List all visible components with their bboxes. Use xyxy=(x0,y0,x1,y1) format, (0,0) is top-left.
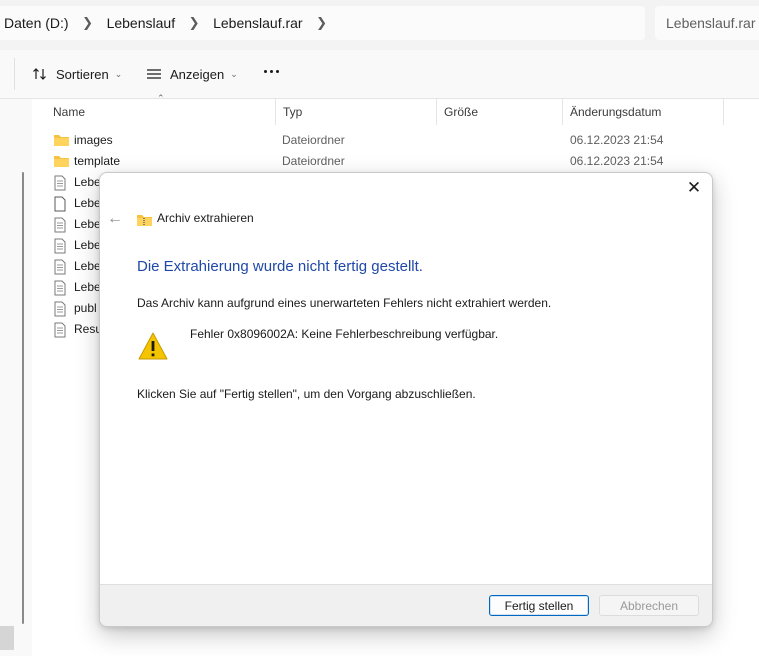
chevron-right-icon[interactable]: ❯ xyxy=(307,15,337,31)
file-name: Lebe xyxy=(74,238,101,252)
column-name[interactable]: Name xyxy=(46,99,276,125)
chevron-right-icon[interactable]: ❯ xyxy=(179,15,209,31)
file-name: Lebe xyxy=(74,259,101,273)
dialog-message: Das Archiv kann aufgrund eines unerwarte… xyxy=(137,296,552,310)
file-name: Lebe xyxy=(74,280,101,294)
chevron-right-icon[interactable]: ❯ xyxy=(73,15,103,31)
text-file-icon xyxy=(54,259,66,275)
search-input[interactable]: Lebenslauf.rar d xyxy=(655,6,759,40)
column-label: Änderungsdatum xyxy=(570,105,662,119)
column-header-row: ⌃ Name Typ Größe Änderungsdatum xyxy=(33,93,759,125)
column-type[interactable]: Typ xyxy=(276,99,437,125)
more-options-icon[interactable] xyxy=(264,70,279,73)
file-type: Dateiordner xyxy=(282,133,345,147)
nav-pane-edge xyxy=(0,626,14,650)
file-icon xyxy=(54,196,66,212)
column-size[interactable]: Größe xyxy=(437,99,563,125)
finish-button[interactable]: Fertig stellen xyxy=(489,595,589,616)
file-name: Lebe xyxy=(74,196,101,210)
list-item[interactable]: images Dateiordner 06.12.2023 21:54 xyxy=(33,130,759,151)
dialog-footer: Fertig stellen Abbrechen xyxy=(100,584,712,626)
column-label: Name xyxy=(53,105,86,119)
view-button[interactable]: Anzeigen ⌄ xyxy=(146,62,238,86)
sort-icon xyxy=(33,68,46,80)
text-file-icon xyxy=(54,280,66,296)
chevron-down-icon: ⌄ xyxy=(230,68,238,79)
folder-icon xyxy=(54,156,69,167)
dialog-hint: Klicken Sie auf "Fertig stellen", um den… xyxy=(137,387,476,401)
breadcrumb-archive[interactable]: Lebenslauf.rar xyxy=(209,15,307,31)
column-label: Größe xyxy=(444,105,479,119)
scrollbar[interactable] xyxy=(22,172,24,624)
breadcrumb[interactable]: Daten (D:) ❯ Lebenslauf ❯ Lebenslauf.rar… xyxy=(0,6,645,40)
command-bar: Sortieren ⌄ Anzeigen ⌄ xyxy=(0,50,759,99)
file-name: Lebe xyxy=(74,217,101,231)
zip-folder-icon xyxy=(137,215,152,226)
text-file-icon xyxy=(54,322,66,338)
text-file-icon xyxy=(54,238,66,254)
cancel-button: Abbrechen xyxy=(599,595,699,616)
file-date: 06.12.2023 21:54 xyxy=(570,154,664,168)
navigation-pane xyxy=(0,99,32,656)
view-label: Anzeigen xyxy=(170,66,225,82)
list-view-icon xyxy=(147,69,161,79)
error-code-text: Fehler 0x8096002A: Keine Fehlerbeschreib… xyxy=(190,327,499,341)
list-item[interactable]: template Dateiordner 06.12.2023 21:54 xyxy=(33,151,759,172)
search-placeholder: Lebenslauf.rar d xyxy=(666,15,759,31)
text-file-icon xyxy=(54,301,66,317)
chevron-down-icon: ⌄ xyxy=(114,68,123,79)
folder-icon xyxy=(54,135,69,146)
file-name: Lebe xyxy=(74,175,101,189)
file-date: 06.12.2023 21:54 xyxy=(570,133,664,147)
dialog-heading: Die Extrahierung wurde nicht fertig gest… xyxy=(137,258,423,275)
file-type: Dateiordner xyxy=(282,154,345,168)
toolbar-divider xyxy=(14,58,15,90)
sort-button[interactable]: Sortieren ⌄ xyxy=(32,62,122,86)
file-name: Resu xyxy=(74,322,103,336)
extract-error-dialog: ✕ ← Archiv extrahieren Die Extrahierung … xyxy=(99,172,713,627)
close-icon[interactable]: ✕ xyxy=(684,177,704,199)
file-name: template xyxy=(74,154,121,168)
text-file-icon xyxy=(54,175,66,191)
sort-label: Sortieren xyxy=(56,66,109,82)
back-arrow-icon[interactable]: ← xyxy=(107,210,123,228)
file-name: images xyxy=(74,133,113,147)
breadcrumb-drive[interactable]: Daten (D:) xyxy=(0,15,73,31)
breadcrumb-folder[interactable]: Lebenslauf xyxy=(103,15,180,31)
column-label: Typ xyxy=(283,105,303,119)
address-bar: Daten (D:) ❯ Lebenslauf ❯ Lebenslauf.rar… xyxy=(0,0,759,50)
dialog-title: Archiv extrahieren xyxy=(157,211,254,225)
column-date[interactable]: Änderungsdatum xyxy=(563,99,724,125)
warning-icon xyxy=(138,332,168,360)
file-name: publ xyxy=(74,301,97,315)
text-file-icon xyxy=(54,217,66,233)
